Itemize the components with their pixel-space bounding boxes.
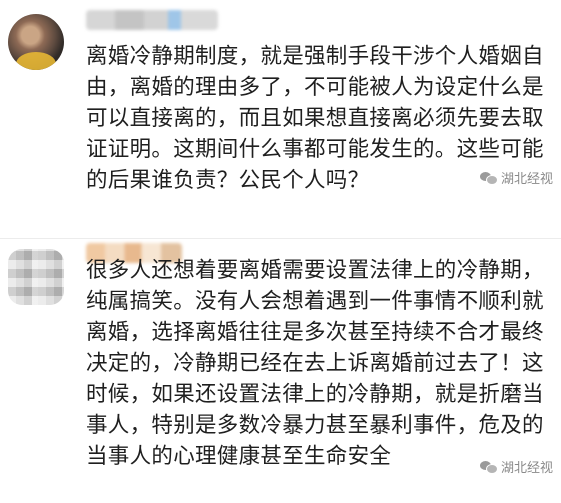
commenter-name-blurred <box>86 10 218 30</box>
watermark-label: 湖北经视 <box>500 461 553 476</box>
comment-2: 很多人还想着要离婚需要设置法律上的冷静期， 纯属搞笑。没有人会想着遇到一件事情不… <box>0 238 561 503</box>
comment-text: 很多人还想着要离婚需要设置法律上的冷静期， 纯属搞笑。没有人会想着遇到一件事情不… <box>86 258 544 469</box>
wechat-icon <box>479 171 498 185</box>
watermark-label: 湖北经视 <box>500 172 553 187</box>
commenter-avatar-icon[interactable] <box>8 14 64 70</box>
watermark: 湖北经视 <box>479 168 553 187</box>
comment-1: 离婚冷静期制度，就是强制手段干涉个人婚姻自 由，离婚的理由多了，不可能被人为设定… <box>0 0 561 238</box>
commenter-avatar-icon[interactable] <box>8 249 64 305</box>
watermark: 湖北经视 <box>479 457 553 476</box>
wechat-icon <box>479 460 498 474</box>
